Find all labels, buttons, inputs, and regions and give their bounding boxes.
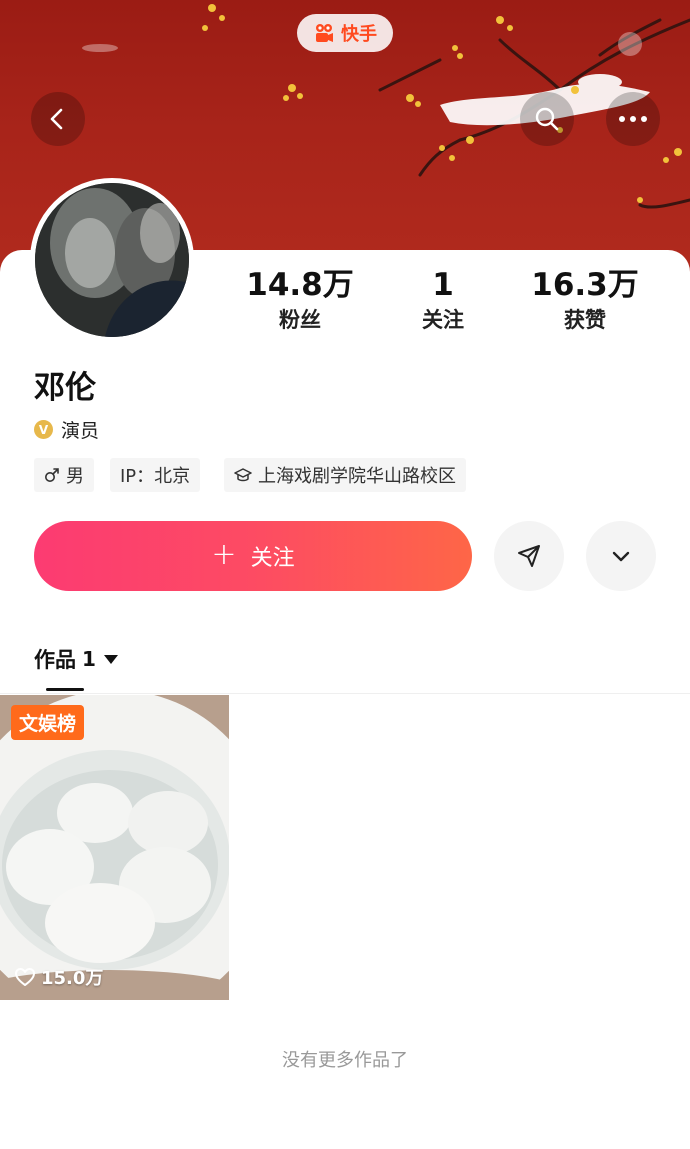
- gender-text: 男: [66, 466, 84, 487]
- verification-row: V 演员: [34, 416, 99, 443]
- caret-down-icon: [103, 654, 118, 664]
- stat-label: 关注: [422, 308, 464, 332]
- back-button[interactable]: [31, 92, 85, 146]
- work-likes-count: 15.0万: [41, 968, 104, 989]
- stat-fans[interactable]: 14.8万 粉丝: [230, 265, 370, 335]
- follow-button[interactable]: + 关注: [34, 521, 472, 591]
- tab-works[interactable]: 作品 1: [34, 644, 118, 674]
- no-more-works-text: 没有更多作品了: [282, 1050, 408, 1071]
- work-likes: 15.0万: [14, 964, 103, 990]
- works-tab-label: 作品: [34, 648, 76, 672]
- chevron-down-icon: [612, 551, 630, 562]
- avatar[interactable]: [30, 178, 194, 342]
- stat-following[interactable]: 1 关注: [373, 265, 513, 335]
- kuaishou-logo-icon: [316, 24, 333, 42]
- search-icon: [535, 107, 559, 131]
- gender-tag: 男: [34, 458, 94, 492]
- share-button[interactable]: [494, 521, 564, 591]
- male-icon: [45, 468, 59, 482]
- app-name: 快手: [341, 24, 377, 45]
- works-count: 1: [82, 647, 96, 671]
- graduation-cap-icon: [234, 468, 252, 482]
- kuaishou-app-badge: 快手: [297, 14, 393, 52]
- active-tab-indicator: [46, 688, 84, 691]
- school-text: 上海戏剧学院华山路校区: [258, 466, 456, 487]
- stat-likes[interactable]: 16.3万 获赞: [515, 265, 655, 335]
- more-dots-icon: [619, 116, 647, 122]
- school-tag[interactable]: 上海戏剧学院华山路校区: [224, 458, 466, 492]
- work-thumbnail[interactable]: [0, 695, 229, 1000]
- search-button[interactable]: [520, 92, 574, 146]
- stat-label: 获赞: [564, 308, 606, 332]
- avatar-image: [35, 183, 189, 337]
- ip-location-text: IP：北京: [120, 466, 191, 487]
- more-options-button[interactable]: [606, 92, 660, 146]
- profile-username: 邓伦: [34, 370, 96, 406]
- tangyuan-bowl-image: [0, 695, 229, 1000]
- ip-location-tag: IP：北京: [110, 458, 201, 492]
- stat-value: 16.3万: [531, 267, 639, 303]
- plus-icon: +: [211, 536, 237, 572]
- send-icon: [518, 545, 540, 567]
- stat-label: 粉丝: [279, 308, 321, 332]
- expand-recommendations-button[interactable]: [586, 521, 656, 591]
- chevron-left-icon: [50, 108, 63, 130]
- tab-divider: [0, 693, 690, 694]
- heart-icon: [15, 968, 35, 986]
- stat-value: 1: [432, 267, 454, 303]
- follow-label: 关注: [250, 546, 295, 571]
- verification-label: 演员: [61, 420, 100, 442]
- verified-badge-icon: V: [34, 420, 53, 439]
- ranking-badge: 文娱榜: [11, 705, 85, 740]
- stat-value: 14.8万: [246, 267, 354, 303]
